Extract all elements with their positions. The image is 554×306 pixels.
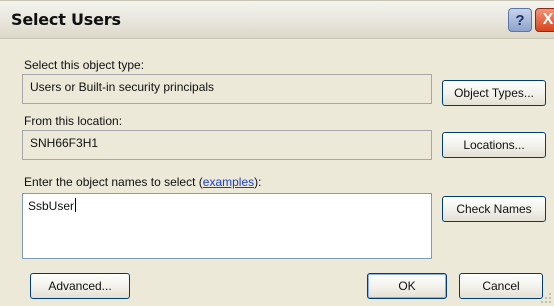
locations-button[interactable]: Locations... <box>442 132 546 158</box>
object-names-label: Enter the object names to select (exampl… <box>24 175 261 189</box>
ok-button[interactable]: OK <box>367 273 447 299</box>
check-names-button[interactable]: Check Names <box>442 196 546 222</box>
text-caret <box>75 198 77 212</box>
cancel-button[interactable]: Cancel <box>459 273 543 299</box>
help-button[interactable]: ? <box>508 8 532 32</box>
object-type-field: Users or Built-in security principals <box>22 74 432 104</box>
examples-link[interactable]: examples <box>203 175 254 189</box>
dialog-title: Select Users <box>11 10 121 29</box>
object-names-label-suffix: ): <box>254 175 262 189</box>
object-types-button[interactable]: Object Types... <box>442 80 546 106</box>
close-button[interactable]: X <box>535 8 554 32</box>
location-label: From this location: <box>24 114 123 128</box>
select-users-dialog: Select Users ? X Select this object type… <box>0 0 554 306</box>
object-names-label-prefix: Enter the object names to select ( <box>24 175 203 189</box>
object-type-label: Select this object type: <box>24 58 145 72</box>
title-bar: Select Users ? X <box>0 1 554 39</box>
advanced-button[interactable]: Advanced... <box>30 273 130 299</box>
object-names-input[interactable]: SsbUser <box>22 193 432 259</box>
resize-grip-icon[interactable] <box>540 292 552 304</box>
help-icon: ? <box>515 11 525 29</box>
location-field: SNH66F3H1 <box>22 130 432 160</box>
close-icon: X <box>542 11 554 28</box>
object-names-value: SsbUser <box>28 199 75 213</box>
